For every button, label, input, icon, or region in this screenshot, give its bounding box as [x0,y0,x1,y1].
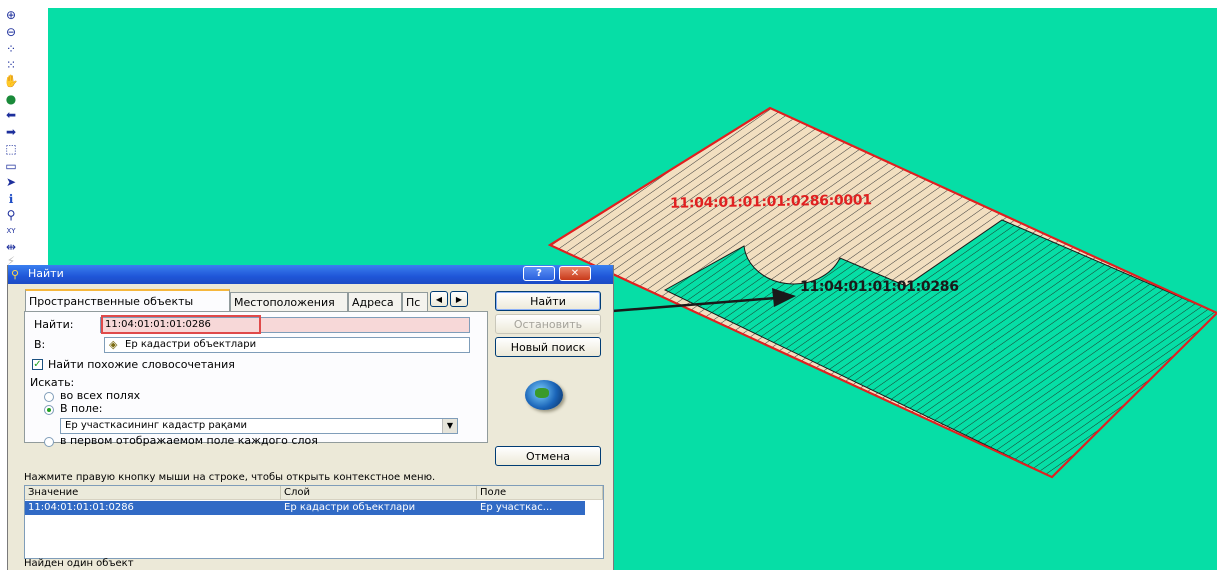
in-layer-value: Ер кадастри объектлари [125,339,257,350]
similar-label: Найти похожие словосочетания [48,358,235,371]
similar-checkbox[interactable]: ✓ [32,359,43,370]
tab-more[interactable]: Пс [402,292,428,312]
find-label: Найти: [34,318,74,331]
tab-locations[interactable]: Местоположения [230,292,348,312]
tab-spatial-objects[interactable]: Пространственные объекты [25,289,230,312]
find-input[interactable]: 11:04:01:01:01:0286 [100,317,470,333]
tab-scroll-left-button[interactable]: ◀ [430,291,448,307]
tab-addresses[interactable]: Адреса [348,292,402,312]
status-text: Найден один объект [24,558,134,569]
dialog-title-bar[interactable]: ⚲ Найти ? ✕ [8,265,613,284]
stop-button[interactable]: Остановить [495,314,601,334]
in-label: В: [34,338,46,351]
cancel-button[interactable]: Отмена [495,446,601,466]
dialog-title: Найти [28,267,64,280]
row-layer: Ер кадастри объектлари [284,502,416,513]
radio-all-fields[interactable] [44,392,54,402]
globe-animation-icon [525,380,563,410]
close-button[interactable]: ✕ [559,266,591,281]
column-header-layer[interactable]: Слой [281,486,477,500]
select-features-icon[interactable]: ⬚ [2,140,20,158]
chevron-down-icon[interactable]: ▼ [442,419,457,433]
forward-arrow-icon[interactable]: ➡ [2,123,20,141]
arcmap-screen: 11:04:01:01:01:0286:0001 11:04:01:01:01:… [0,0,1217,570]
in-layer-field[interactable]: ◈ Ер кадастри объектлари [104,337,470,353]
layer-diamond-icon: ◈ [109,338,118,351]
context-menu-hint: Нажмите правую кнопку мыши на строке, чт… [24,472,436,483]
back-arrow-icon[interactable]: ⬅ [2,106,20,124]
zoom-in-icon[interactable]: ⊕ [2,6,20,24]
binoculars-icon: ⚲ [11,268,20,281]
row-value: 11:04:01:01:01:0286 [28,502,134,513]
select-pointer-icon[interactable]: ➤ [2,173,20,191]
find-button[interactable]: Найти [495,291,601,311]
pan-hand-icon[interactable]: ✋ [2,72,20,90]
radio-first-field[interactable] [44,437,54,447]
search-label: Искать: [30,376,75,389]
new-search-button[interactable]: Новый поиск [495,337,601,357]
radio-first-field-label: в первом отображаемом поле каждого слоя [60,434,318,447]
field-select[interactable]: Ер участкасининг кадастр рақами ▼ [60,418,458,434]
parcel-inner-label: 11:04:01:01:01:0286 [800,279,959,295]
find-dialog: ⚲ Найти ? ✕ Пространственные объекты Мес… [7,265,614,570]
zoom-out-icon[interactable]: ⊖ [2,23,20,41]
tools-toolbar: ⊕ ⊖ ⁘ ⁙ ✋ ● ⬅ ➡ ⬚ ▭ ➤ ℹ ⚲ XY ⇹ ⚡ [0,0,22,268]
results-list[interactable]: Значение Слой Поле 11:04:01:01:01:0286 Е… [24,485,604,559]
help-button[interactable]: ? [523,266,555,281]
radio-in-field-label: В поле: [60,402,103,415]
radio-all-fields-label: во всех полях [60,389,141,402]
radio-in-field[interactable] [44,405,54,415]
field-select-value: Ер участкасининг кадастр рақами [65,420,248,431]
tab-scroll-right-button[interactable]: ▶ [450,291,468,307]
column-header-field[interactable]: Поле [477,486,603,500]
column-header-value[interactable]: Значение [25,486,281,500]
row-field: Ер участкас... [480,502,553,513]
